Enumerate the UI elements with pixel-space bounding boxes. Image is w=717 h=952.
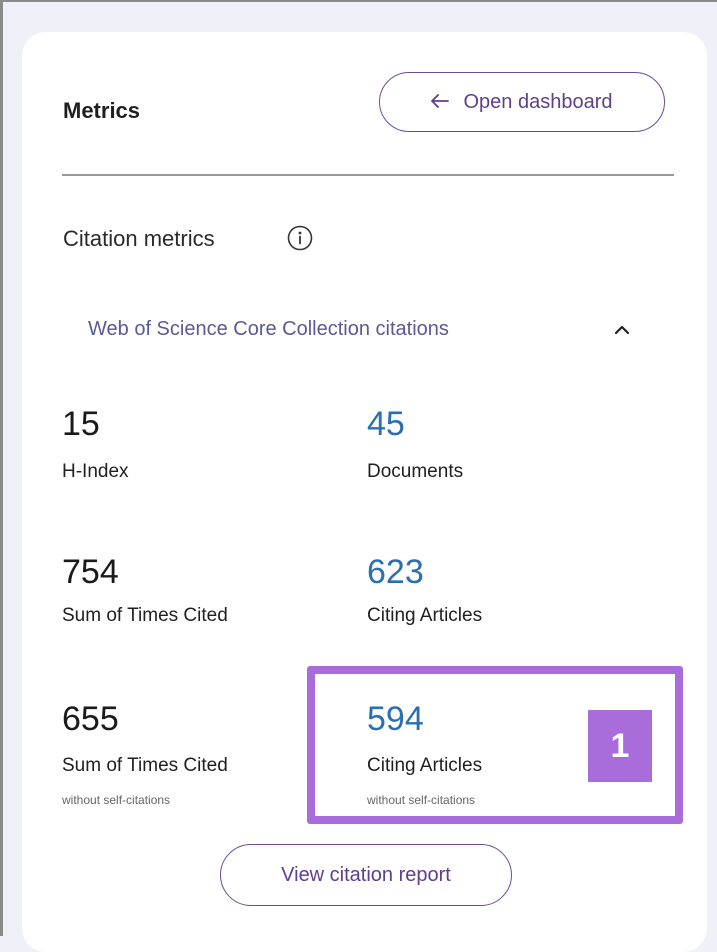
citation-metrics-heading: Citation metrics (63, 226, 215, 251)
documents-value[interactable]: 45 (367, 405, 405, 444)
view-citation-report-button[interactable]: View citation report (220, 844, 512, 906)
annotation-badge: 1 (588, 710, 652, 782)
open-dashboard-button[interactable]: Open dashboard (379, 72, 665, 132)
info-icon[interactable] (286, 224, 314, 252)
divider (62, 174, 674, 176)
times-cited-no-self-sub: without self-citations (62, 793, 171, 807)
collection-toggle-label[interactable]: Web of Science Core Collection citations (88, 318, 449, 341)
documents-label: Documents (367, 461, 464, 482)
h-index-value: 15 (62, 405, 100, 443)
arrow-left-icon (431, 91, 450, 114)
h-index-label: H-Index (62, 461, 129, 482)
times-cited-no-self-label: Sum of Times Cited (62, 755, 228, 776)
citing-articles-value[interactable]: 623 (367, 553, 424, 592)
times-cited-no-self-value: 655 (62, 700, 119, 738)
metrics-title: Metrics (63, 98, 141, 123)
view-citation-report-label: View citation report (281, 863, 451, 886)
times-cited-value: 754 (62, 553, 119, 591)
times-cited-label: Sum of Times Cited (62, 605, 228, 626)
chevron-up-icon[interactable] (612, 322, 632, 336)
citing-articles-label: Citing Articles (367, 605, 483, 626)
open-dashboard-label: Open dashboard (463, 90, 613, 113)
